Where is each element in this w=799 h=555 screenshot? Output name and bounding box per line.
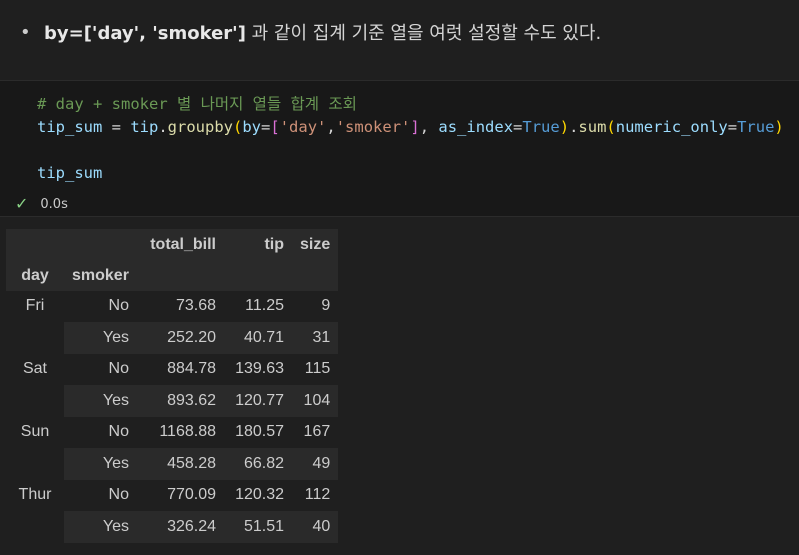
value-cell: 40	[292, 511, 339, 543]
code-cell[interactable]: # day + smoker 별 나머지 열들 합계 조회 tip_sum = …	[0, 81, 799, 217]
index-name-row: day smoker	[6, 260, 339, 291]
code-editor[interactable]: # day + smoker 별 나머지 열들 합계 조회 tip_sum = …	[37, 93, 784, 185]
execution-time: 0.0s	[40, 197, 68, 212]
value-cell: 104	[292, 385, 339, 417]
value-cell: 115	[292, 353, 339, 385]
value-cell: 51.51	[224, 511, 292, 543]
value-cell: 40.71	[224, 322, 292, 354]
value-cell: 9	[292, 290, 339, 322]
value-cell: 139.63	[224, 353, 292, 385]
column-header: size	[292, 229, 339, 261]
table-row: Fri No 73.68 11.25 9	[6, 290, 339, 354]
table-row: Thur No 770.09 120.32 112	[6, 479, 339, 543]
code-comment: # day + smoker 별 나머지 열들 합계 조회	[37, 95, 357, 113]
value-cell: 884.78	[137, 353, 224, 385]
dataframe-output: total_bill tip size day smoker Fri No 73…	[6, 229, 339, 543]
value-cell: 112	[292, 479, 339, 511]
value-cell: 893.62	[137, 385, 224, 417]
code-line-2: tip_sum = tip.groupby(by=['day','smoker'…	[37, 118, 784, 136]
index-name: day	[6, 260, 64, 291]
value-cell: 167	[292, 416, 339, 448]
value-cell: 180.57	[224, 416, 292, 448]
value-cell: 73.68	[137, 290, 224, 322]
value-cell: 11.25	[224, 290, 292, 322]
day-label: Sat	[6, 353, 64, 417]
index-name: smoker	[64, 260, 137, 291]
smoker-cell: No	[64, 290, 137, 322]
smoker-cell: Yes	[64, 448, 137, 480]
value-cell: 49	[292, 448, 339, 480]
day-label: Sun	[6, 416, 64, 480]
value-cell: 66.82	[224, 448, 292, 480]
day-label: Thur	[6, 479, 64, 543]
value-cell: 458.28	[137, 448, 224, 480]
check-icon: ✓	[15, 194, 29, 213]
value-cell: 120.32	[224, 479, 292, 511]
smoker-cell: No	[64, 479, 137, 511]
markdown-cell[interactable]: • by=['day', 'smoker'] 과 같이 집계 기준 열을 여럿 …	[0, 0, 799, 80]
column-header-row: total_bill tip size	[6, 229, 339, 261]
smoker-cell: No	[64, 416, 137, 448]
value-cell: 120.77	[224, 385, 292, 417]
value-cell: 1168.88	[137, 416, 224, 448]
value-cell: 770.09	[137, 479, 224, 511]
table-row: Sun No 1168.88 180.57 167	[6, 416, 339, 480]
bullet-icon: •	[20, 22, 31, 43]
markdown-sentence: 과 같이 집계 기준 열을 여럿 설정할 수도 있다.	[245, 23, 602, 44]
markdown-text: by=['day', 'smoker'] 과 같이 집계 기준 열을 여럿 설정…	[44, 19, 601, 45]
column-header: tip	[224, 229, 292, 261]
smoker-cell: Yes	[64, 322, 137, 354]
column-header: total_bill	[137, 229, 224, 261]
inline-code-bold: by=['day', 'smoker']	[44, 23, 246, 44]
value-cell: 252.20	[137, 322, 224, 354]
value-cell: 31	[292, 322, 339, 354]
table-row: Sat No 884.78 139.63 115	[6, 353, 339, 417]
value-cell: 326.24	[137, 511, 224, 543]
smoker-cell: Yes	[64, 385, 137, 417]
day-label: Fri	[6, 290, 64, 354]
code-line-4: tip_sum	[37, 164, 103, 182]
smoker-cell: No	[64, 353, 137, 385]
smoker-cell: Yes	[64, 511, 137, 543]
execution-status: ✓ 0.0s	[15, 193, 68, 213]
